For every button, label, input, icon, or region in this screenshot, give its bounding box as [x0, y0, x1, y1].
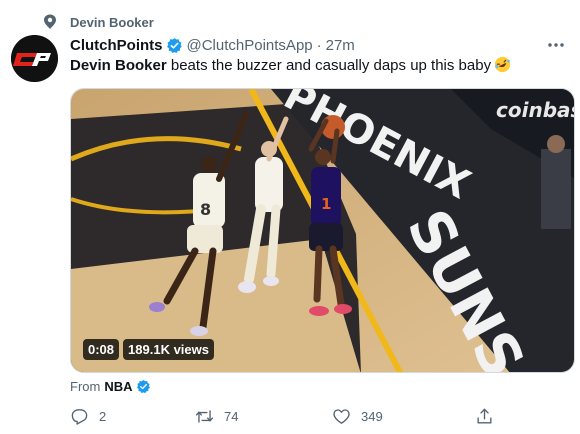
- retweet-icon: [195, 409, 214, 423]
- share-button[interactable]: [475, 404, 494, 428]
- verified-badge-icon: [166, 37, 182, 53]
- more-options-button[interactable]: [546, 34, 566, 56]
- defender-jersey-number: 8: [200, 200, 211, 219]
- topic-label[interactable]: Devin Booker: [70, 15, 154, 30]
- video-duration: 0:08: [83, 339, 120, 360]
- avatar[interactable]: CP: [11, 35, 58, 82]
- source-name-link[interactable]: NBA: [104, 379, 132, 394]
- like-count: 349: [361, 408, 383, 424]
- video-player[interactable]: coinbase SUNS PHOENIX 8: [70, 88, 575, 373]
- reply-icon: [71, 408, 88, 425]
- media-source: From NBA: [70, 376, 155, 396]
- shooter-jersey-number: 1: [321, 195, 331, 213]
- source-verified-badge-icon: [136, 379, 150, 393]
- video-views: 189.1K views: [123, 339, 214, 360]
- like-button[interactable]: 349: [332, 404, 383, 428]
- tweet-text: Devin Booker beats the buzzer and casual…: [70, 56, 566, 76]
- tweet-actions: 2 74 349: [70, 404, 510, 428]
- source-prefix: From: [70, 378, 101, 394]
- topic-pin-icon: [44, 14, 56, 29]
- tweet-header: ClutchPoints @ClutchPointsApp · 27m: [70, 34, 566, 56]
- author-handle[interactable]: @ClutchPointsApp: [187, 37, 313, 54]
- sponsor-sign: coinbase: [496, 98, 575, 122]
- tweet-body: beats the buzzer and casually daps up th…: [166, 57, 492, 74]
- header-separator: ·: [316, 36, 322, 54]
- mention-link[interactable]: Devin Booker: [70, 57, 167, 74]
- topic-context: Devin Booker: [43, 12, 154, 32]
- reply-button[interactable]: 2: [70, 404, 106, 428]
- clutchpoints-logo: CP: [11, 35, 58, 82]
- tweet-timestamp[interactable]: 27m: [326, 37, 355, 54]
- more-dots-icon: [548, 43, 564, 47]
- reply-count: 2: [99, 408, 107, 424]
- author-display-name[interactable]: ClutchPoints: [70, 37, 163, 54]
- video-meta-badge: 0:08 189.1K views: [83, 339, 214, 360]
- share-icon: [477, 408, 492, 424]
- video-frame: coinbase SUNS PHOENIX 8: [71, 89, 575, 372]
- retweet-count: 74: [224, 408, 239, 424]
- heart-icon: [333, 408, 350, 424]
- retweet-button[interactable]: 74: [195, 404, 238, 428]
- rolling-on-floor-laughing-icon: [494, 56, 511, 73]
